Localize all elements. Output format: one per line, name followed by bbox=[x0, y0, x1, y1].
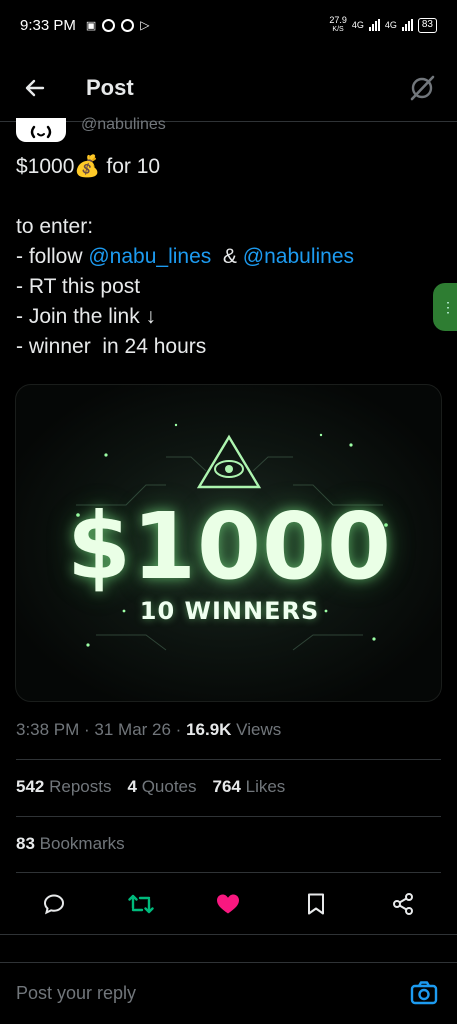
likes-label: Likes bbox=[245, 777, 286, 796]
avatar-logo-icon bbox=[30, 125, 52, 139]
post-line-4-mid: & bbox=[211, 245, 243, 268]
reply-composer: Post your reply bbox=[0, 962, 457, 1024]
eye-pyramid-icon bbox=[196, 434, 262, 489]
post-line-4-prefix: - follow bbox=[16, 245, 89, 268]
reply-input[interactable]: Post your reply bbox=[16, 983, 136, 1004]
threads-icon bbox=[121, 18, 135, 32]
post-line-1-text: $1000 bbox=[16, 155, 75, 178]
engagement-stats: 542 Reposts 4 Quotes 764 Likes bbox=[16, 777, 285, 797]
share-button[interactable] bbox=[385, 886, 421, 922]
grok-button[interactable] bbox=[407, 73, 437, 103]
repost-button[interactable] bbox=[123, 886, 159, 922]
share-icon bbox=[393, 893, 414, 915]
network-type-1: 4G bbox=[351, 20, 364, 30]
network-type-2: 4G bbox=[384, 20, 397, 30]
signal-icon bbox=[368, 19, 380, 31]
repost-icon bbox=[128, 894, 154, 914]
mention-link-nabu-lines[interactable]: @nabu_lines bbox=[88, 245, 211, 268]
post-meta: 3:38 PM · 31 Mar 26 · 16.9K Views bbox=[16, 720, 281, 740]
notification-icons: ▣ ▷ bbox=[86, 18, 150, 32]
quotes-stat[interactable]: 4 Quotes bbox=[127, 777, 196, 797]
status-right: 27.9 K/S 4G 4G 83 bbox=[329, 16, 437, 34]
post-action-bar bbox=[0, 884, 457, 924]
post-line-3: to enter: bbox=[16, 215, 94, 238]
grok-icon bbox=[410, 75, 435, 101]
post-line-5: - RT this post bbox=[16, 275, 141, 298]
bookmark-icon bbox=[307, 893, 324, 915]
post-line-4: - follow @nabu_lines & @nabulines bbox=[16, 242, 436, 272]
bookmarks-divider bbox=[16, 872, 441, 873]
actions-divider bbox=[0, 934, 457, 935]
views-label: Views bbox=[231, 720, 282, 739]
bookmarks-label: Bookmarks bbox=[39, 834, 125, 853]
prize-amount: $1000 bbox=[66, 493, 393, 600]
meta-divider bbox=[16, 759, 441, 760]
speed-value: 27.9 bbox=[329, 15, 347, 25]
signal-icon-2 bbox=[401, 19, 413, 31]
author-avatar[interactable] bbox=[16, 118, 66, 142]
post-line-6: - Join the link ↓ bbox=[16, 305, 157, 328]
whatsapp-icon bbox=[102, 18, 116, 32]
bookmarks-stat[interactable]: 83 Bookmarks bbox=[16, 834, 125, 854]
likes-stat[interactable]: 764 Likes bbox=[213, 777, 286, 797]
quotes-label: Quotes bbox=[141, 777, 197, 796]
play-icon: ▷ bbox=[140, 18, 150, 32]
camera-icon bbox=[410, 981, 438, 1005]
reply-icon bbox=[43, 894, 64, 915]
reposts-count: 542 bbox=[16, 777, 45, 796]
stats-divider bbox=[16, 816, 441, 817]
page-title: Post bbox=[86, 75, 134, 100]
back-button[interactable] bbox=[20, 73, 50, 103]
mention-link-nabulines[interactable]: @nabulines bbox=[243, 245, 354, 268]
winners-label: 10 WINNERS bbox=[139, 597, 320, 625]
post-timestamp: 3:38 PM · 31 Mar 26 · bbox=[16, 720, 187, 739]
bookmarks-count: 83 bbox=[16, 834, 35, 853]
post-body: $1000💰 for 10 to enter: - follow @nabu_l… bbox=[16, 152, 436, 362]
battery-icon: 83 bbox=[417, 17, 437, 33]
post-line-1: $1000💰 for 10 bbox=[16, 152, 436, 182]
post-line-1-rest: for 10 bbox=[100, 155, 161, 178]
floating-side-tab[interactable]: ⋮ bbox=[433, 283, 457, 331]
game-icon: ▣ bbox=[85, 19, 97, 32]
post-image[interactable]: $1000 10 WINNERS bbox=[15, 384, 442, 702]
money-bag-icon: 💰 bbox=[74, 155, 101, 178]
network-speed: 27.9 K/S bbox=[329, 16, 347, 34]
top-app-bar: Post bbox=[0, 60, 457, 116]
more-dots-icon: ⋮ bbox=[441, 298, 455, 315]
author-handle[interactable]: @nabulines bbox=[81, 116, 166, 134]
likes-count: 764 bbox=[212, 777, 241, 796]
header-divider bbox=[0, 121, 457, 122]
arrow-left-icon bbox=[25, 79, 45, 97]
views-count: 16.9K bbox=[186, 720, 232, 739]
post-line-7: - winner in 24 hours bbox=[16, 335, 207, 358]
status-bar: 9:33 PM ▣ ▷ 27.9 K/S 4G 4G 83 bbox=[0, 0, 457, 50]
status-time: 9:33 PM bbox=[20, 16, 76, 34]
heart-icon bbox=[217, 894, 240, 914]
like-button[interactable] bbox=[210, 886, 246, 922]
reposts-label: Reposts bbox=[49, 777, 112, 796]
reply-button[interactable] bbox=[36, 886, 72, 922]
reposts-stat[interactable]: 542 Reposts bbox=[16, 777, 111, 797]
speed-unit: K/S bbox=[332, 26, 344, 33]
bookmark-button[interactable] bbox=[298, 886, 334, 922]
quotes-count: 4 bbox=[127, 777, 137, 796]
camera-button[interactable] bbox=[410, 980, 442, 1008]
